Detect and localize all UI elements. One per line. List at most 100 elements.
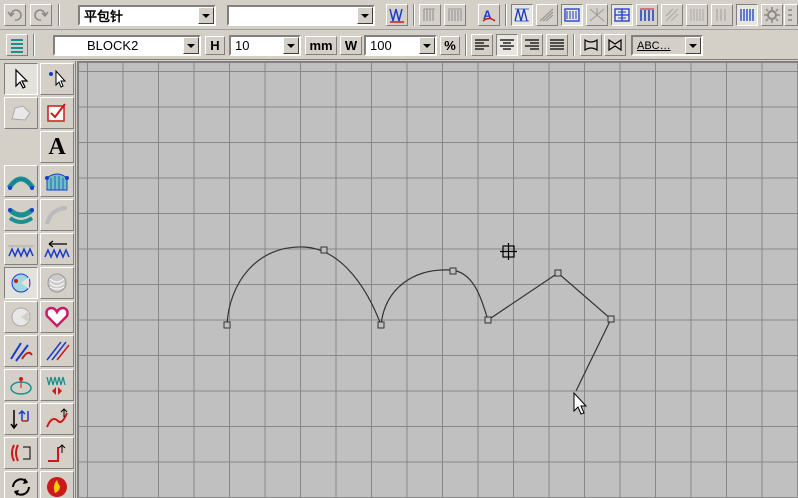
trim-tool-button[interactable] [40, 403, 74, 435]
shape-tool-button[interactable] [4, 97, 38, 129]
toolbar-overflow-button[interactable] [784, 4, 798, 26]
zigzag-stitch-icon [389, 8, 404, 23]
curve-node[interactable] [484, 316, 492, 324]
checkbox-check-icon [47, 103, 66, 122]
redo-icon [34, 9, 49, 21]
curve-node[interactable] [377, 321, 385, 329]
chevron-down-icon[interactable] [183, 37, 199, 54]
stop-tool-button[interactable] [40, 471, 74, 498]
applique-shape-icon [11, 273, 31, 293]
text-envelope-button[interactable] [580, 34, 602, 56]
motif-fill-icon [690, 9, 704, 21]
percent-label: % [440, 36, 460, 55]
applique-tool-button[interactable] [4, 267, 38, 299]
fan-stitch-button[interactable] [536, 4, 558, 26]
curve-path-arc-2[interactable] [380, 269, 489, 326]
lettering-options-button[interactable] [6, 34, 28, 56]
text-effect-select[interactable]: ABC… [631, 35, 703, 56]
width-select[interactable]: 100 [364, 35, 437, 56]
height-select[interactable]: 10 [229, 35, 301, 56]
contour-fill-button[interactable] [661, 4, 683, 26]
separator [413, 4, 415, 26]
text-baseline-button[interactable] [604, 34, 626, 56]
drawing-canvas[interactable] [77, 61, 798, 498]
font-select[interactable]: BLOCK2 [53, 35, 201, 56]
circle-applique-tool-button[interactable] [4, 301, 38, 333]
column-stitch-alt-button[interactable] [444, 4, 466, 26]
mouse-pointer-icon [573, 391, 588, 415]
stitch-type-value: 平包针 [84, 9, 124, 24]
decorative-stitch-tool-button[interactable] [40, 369, 74, 401]
tool-panel: A [0, 61, 76, 498]
chevron-down-icon[interactable] [283, 37, 299, 54]
column-stitch-icon [423, 8, 435, 21]
curve-node[interactable] [554, 269, 562, 277]
width-value: 100 [370, 38, 392, 53]
contour-fill-icon [665, 8, 679, 22]
redo-button[interactable] [30, 4, 52, 26]
curve-node[interactable] [607, 315, 615, 323]
align-left-icon [475, 39, 489, 50]
decorative-stitch-icon [46, 376, 66, 395]
manual-stitch-tool-button[interactable] [4, 437, 38, 469]
text-tool-button[interactable]: A [40, 131, 74, 163]
arrow-pointer-icon [15, 68, 29, 89]
satin-stitch-button[interactable] [511, 4, 533, 26]
zigzag-line-tool-button[interactable] [4, 233, 38, 265]
align-left-button[interactable] [471, 34, 493, 56]
align-center-button[interactable] [496, 34, 518, 56]
bean-stitch-tool-button[interactable] [4, 335, 38, 367]
fill-stitch-button[interactable] [561, 4, 583, 26]
pattern-fill-button[interactable] [636, 4, 658, 26]
reverse-zigzag-tool-button[interactable] [40, 233, 74, 265]
parallel-lines-tool-button[interactable] [40, 335, 74, 367]
stop-fire-icon [47, 477, 67, 497]
height-label: H [205, 36, 225, 55]
curve-node[interactable] [223, 321, 231, 329]
running-curve-tool-button[interactable] [40, 199, 74, 231]
chevron-down-icon[interactable] [685, 37, 701, 54]
secondary-select[interactable] [227, 5, 375, 26]
settings-button[interactable] [761, 4, 783, 26]
align-justify-button[interactable] [546, 34, 568, 56]
radial-fill-icon [589, 8, 605, 22]
fill-area-tool-button[interactable] [40, 165, 74, 197]
heart-fill-tool-button[interactable] [40, 301, 74, 333]
shell-fill-tool-button[interactable] [40, 267, 74, 299]
align-right-button[interactable] [521, 34, 543, 56]
check-tool-button[interactable] [40, 97, 74, 129]
undo-button[interactable] [4, 4, 26, 26]
parallel-lines-icon [46, 341, 70, 361]
start-stop-tool-button[interactable] [4, 403, 38, 435]
radial-fill-button[interactable] [586, 4, 608, 26]
curve-node[interactable] [320, 246, 328, 254]
undo-icon [7, 9, 22, 21]
stitch-type-select[interactable]: 平包针 [78, 5, 216, 26]
chevron-down-icon[interactable] [357, 7, 373, 24]
lettering-options-icon [11, 39, 23, 53]
jump-stitch-tool-button[interactable] [40, 437, 74, 469]
circle-path-icon [10, 377, 32, 395]
motif-fill-button[interactable] [686, 4, 708, 26]
refresh-tool-button[interactable] [4, 471, 38, 498]
cross-fill-button[interactable] [611, 4, 633, 26]
chevron-down-icon[interactable] [419, 37, 435, 54]
bean-stitch-icon [10, 342, 33, 362]
satin-curve-tool-button[interactable] [4, 199, 38, 231]
satin-column-tool-button[interactable] [4, 165, 38, 197]
program-split-icon [716, 9, 726, 21]
heart-icon [45, 306, 69, 328]
height-value: 10 [235, 38, 250, 53]
curve-path-arc-1[interactable] [226, 246, 382, 326]
column-stitch-button[interactable] [419, 4, 441, 26]
program-split-button[interactable] [711, 4, 733, 26]
polyline-path[interactable] [487, 272, 612, 392]
curve-node[interactable] [449, 267, 457, 275]
auto-digitize-button[interactable]: A [478, 4, 500, 26]
step-fill-button[interactable] [736, 4, 758, 26]
reshape-tool-button[interactable] [40, 63, 74, 95]
chevron-down-icon[interactable] [198, 7, 214, 24]
cross-stitch-tool-button[interactable] [4, 369, 38, 401]
stitch-zigzag-button[interactable] [386, 4, 408, 26]
select-tool-button[interactable] [4, 63, 38, 95]
